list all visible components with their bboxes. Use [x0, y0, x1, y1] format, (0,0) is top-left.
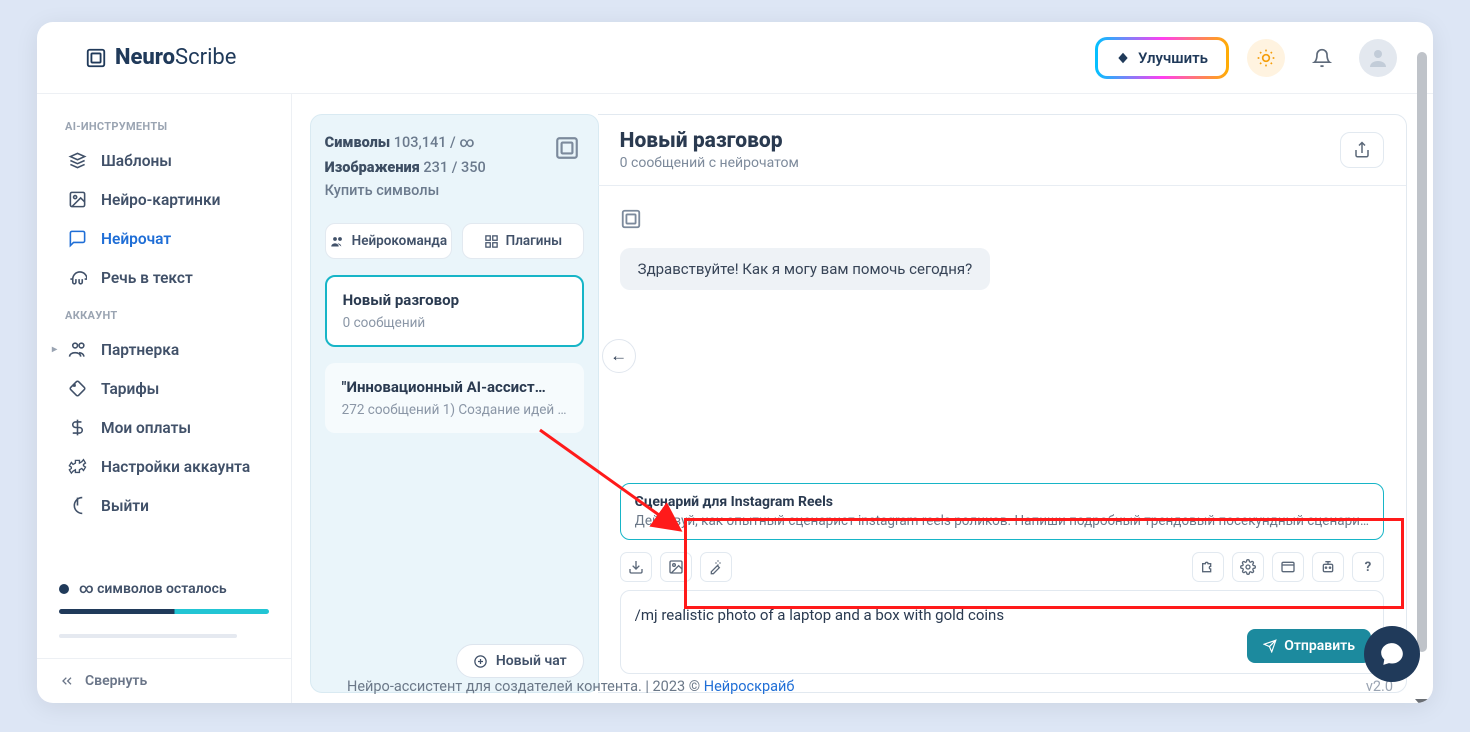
usage-bar	[59, 609, 269, 614]
scenario-pill[interactable]: Сценарий для Instagram Reels Действуй, к…	[620, 483, 1384, 540]
plugins-button[interactable]: Плагины	[462, 223, 584, 259]
sidebar-label: Настройки аккаунта	[101, 458, 250, 476]
status-dot-icon	[59, 584, 69, 594]
conversation-title: Новый разговор	[343, 291, 566, 309]
main: Символы 103,141 / ∞ Изображения 231 / 35…	[292, 94, 1433, 703]
scenario-text: Действуй, как опытный сценарист instagra…	[635, 513, 1369, 529]
conversation-sub: 0 сообщений	[343, 315, 566, 331]
help-icon[interactable]: ?	[1352, 552, 1384, 582]
images-stat: Изображения 231 / 350	[325, 156, 584, 181]
message-icon[interactable]	[1272, 552, 1304, 582]
conversation-card-active[interactable]: Новый разговор 0 сообщений	[325, 275, 584, 347]
bot-message: Здравствуйте! Как я могу вам помочь сего…	[620, 248, 991, 290]
app-frame: NeuroScribe Улучшить AI-ИНСТРУМЕНТЫ	[37, 22, 1433, 703]
collapse-label: Свернуть	[85, 673, 147, 689]
usage-bar-secondary	[59, 634, 237, 638]
sidebar: AI-ИНСТРУМЕНТЫ Шаблоны Нейро-картинки Не…	[37, 94, 292, 703]
sidebar-item-neuro-images[interactable]: Нейро-картинки	[37, 180, 291, 219]
chat-subtitle: 0 сообщений с нейрочатом	[620, 155, 799, 171]
logo-text-light: Scribe	[175, 45, 236, 70]
image-icon[interactable]	[660, 552, 692, 582]
sidebar-label: Выйти	[101, 497, 149, 515]
conversation-card[interactable]: "Инновационный AI-ассист… 272 сообщений …	[325, 363, 584, 433]
sidebar-item-payments[interactable]: Мои оплаты	[37, 408, 291, 447]
wand-icon[interactable]	[700, 552, 732, 582]
chat-input[interactable]	[635, 606, 1369, 624]
conversations-panel: Символы 103,141 / ∞ Изображения 231 / 35…	[310, 114, 599, 693]
sidebar-label: Мои оплаты	[101, 419, 191, 437]
sidebar-item-templates[interactable]: Шаблоны	[37, 141, 291, 180]
conversation-sub: 272 сообщений 1) Создание идей дл…	[342, 402, 567, 418]
send-button[interactable]: Отправить	[1247, 629, 1371, 663]
sidebar-label: Тарифы	[101, 380, 159, 398]
symbols-remaining: ∞ символов осталось	[59, 581, 269, 597]
panel-logo-icon	[554, 135, 580, 165]
theme-toggle-button[interactable]	[1247, 39, 1285, 77]
support-chat-fab[interactable]	[1364, 626, 1420, 682]
upgrade-button[interactable]: Улучшить	[1098, 40, 1226, 76]
sidebar-item-neurochat[interactable]: Нейрочат	[37, 219, 291, 258]
robot-icon[interactable]	[1312, 552, 1344, 582]
scenario-title: Сценарий для Instagram Reels	[635, 494, 1369, 510]
topbar: NeuroScribe Улучшить	[37, 22, 1433, 94]
collapse-panel-button[interactable]: ←	[602, 339, 636, 373]
logo[interactable]: NeuroScribe	[85, 45, 236, 70]
footer: Нейро-ассистент для создателей контента.…	[347, 678, 794, 695]
bot-avatar-icon	[620, 208, 1384, 234]
sidebar-item-settings[interactable]: Настройки аккаунта	[37, 447, 291, 486]
chat-input-area: Отправить	[620, 590, 1384, 674]
sidebar-label: Речь в текст	[101, 269, 193, 287]
sidebar-item-logout[interactable]: Выйти	[37, 486, 291, 525]
sidebar-label: Нейрочат	[101, 230, 171, 248]
sidebar-item-partner[interactable]: Партнерка	[37, 330, 291, 369]
chat-panel: Новый разговор 0 сообщений с нейрочатом …	[598, 114, 1407, 693]
new-chat-button[interactable]: Новый чат	[456, 644, 584, 678]
gear-icon[interactable]	[1232, 552, 1264, 582]
plugins-label: Плагины	[506, 233, 563, 249]
sidebar-label: Партнерка	[101, 341, 179, 359]
send-label: Отправить	[1284, 638, 1355, 654]
chat-title: Новый разговор	[620, 129, 799, 153]
sidebar-item-tariffs[interactable]: Тарифы	[37, 369, 291, 408]
sidebar-section-tools: AI-ИНСТРУМЕНТЫ	[37, 108, 291, 141]
status-text: ∞ символов осталось	[79, 581, 227, 597]
download-icon[interactable]	[620, 552, 652, 582]
buy-symbols-link[interactable]: Купить символы	[325, 182, 584, 199]
avatar[interactable]	[1359, 39, 1397, 77]
notifications-button[interactable]	[1303, 39, 1341, 77]
symbols-stat: Символы 103,141 / ∞	[325, 131, 584, 156]
sidebar-section-account: АККАУНТ	[37, 297, 291, 330]
collapse-sidebar-button[interactable]: Свернуть	[37, 658, 291, 703]
new-chat-label: Новый чат	[496, 653, 567, 669]
upgrade-label: Улучшить	[1138, 49, 1208, 67]
logo-text-bold: Neuro	[115, 45, 175, 70]
sidebar-item-speech[interactable]: Речь в текст	[37, 258, 291, 297]
puzzle-icon[interactable]	[1192, 552, 1224, 582]
neuroteam-button[interactable]: Нейрокоманда	[325, 223, 452, 259]
neuroteam-label: Нейрокоманда	[352, 233, 447, 249]
footer-link[interactable]: Нейроскрайб	[704, 678, 795, 695]
share-button[interactable]	[1340, 132, 1384, 168]
sidebar-label: Нейро-картинки	[101, 191, 220, 209]
conversation-title: "Инновационный AI-ассист…	[342, 378, 567, 396]
sidebar-label: Шаблоны	[101, 152, 172, 170]
